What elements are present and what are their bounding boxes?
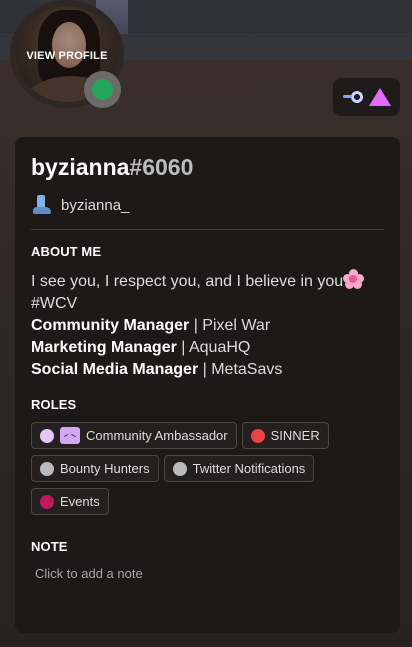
role-events[interactable]: Events <box>31 488 109 515</box>
discriminator: #6060 <box>129 154 194 180</box>
profile-panel: byzianna#6060 byzianna_ ABOUT ME I see y… <box>15 137 400 633</box>
about-role-2: Marketing Manager | AquaHQ <box>31 337 384 359</box>
role-label: Community Ambassador <box>86 428 228 443</box>
about-line-1: I see you, I respect you, and I believe … <box>31 269 384 293</box>
roles-title: ROLES <box>31 397 77 412</box>
status-indicator <box>84 71 121 108</box>
about-role-title: Marketing Manager <box>31 339 177 356</box>
role-community-ambassador[interactable]: Community Ambassador <box>31 422 237 449</box>
alt-name: byzianna_ <box>61 196 130 214</box>
nitro-icon[interactable] <box>368 88 391 106</box>
about-role-org: | Pixel War <box>189 317 271 334</box>
role-color-dot <box>40 494 54 509</box>
about-me-section: I see you, I respect you, and I believe … <box>31 269 384 381</box>
role-bounty-hunters[interactable]: Bounty Hunters <box>31 455 159 482</box>
role-color-dot <box>40 461 54 476</box>
about-role-org: | MetaSavs <box>198 361 283 378</box>
about-me-title: ABOUT ME <box>31 244 102 259</box>
username: byzianna <box>31 154 130 180</box>
boot-icon <box>31 195 53 215</box>
badge-container <box>333 78 400 116</box>
about-role-title: Community Manager <box>31 317 190 334</box>
role-sinner[interactable]: SINNER <box>241 422 329 449</box>
about-text: I see you, I respect you, and I believe … <box>31 273 344 290</box>
note-input[interactable]: Click to add a note <box>31 566 384 581</box>
role-color-dot <box>172 461 187 476</box>
role-emoji-icon <box>60 427 80 444</box>
hypesquad-icon[interactable] <box>342 90 363 104</box>
about-role-1: Community Manager | Pixel War <box>31 315 384 337</box>
role-color-dot <box>40 428 54 443</box>
about-role-org: | AquaHQ <box>176 339 251 356</box>
role-label: Twitter Notifications <box>192 461 306 476</box>
about-line-2: #WCV <box>31 295 78 312</box>
role-color-dot <box>250 428 265 443</box>
role-label: Events <box>60 494 100 509</box>
role-twitter-notifications[interactable]: Twitter Notifications <box>163 455 315 482</box>
role-label: Bounty Hunters <box>60 461 150 476</box>
alt-name-row: byzianna_ <box>31 195 384 215</box>
username-line: byzianna#6060 <box>31 153 384 181</box>
divider <box>31 229 384 230</box>
role-label: SINNER <box>270 428 320 443</box>
roles-list: Community Ambassador SINNER Bounty Hunte… <box>31 422 371 515</box>
about-role-3: Social Media Manager | MetaSavs <box>31 359 384 381</box>
cherry-blossom-icon <box>343 269 365 289</box>
note-title: NOTE <box>31 539 68 554</box>
view-profile-label[interactable]: VIEW PROFILE <box>16 50 118 62</box>
online-status-icon <box>92 79 113 100</box>
about-role-title: Social Media Manager <box>31 361 199 378</box>
